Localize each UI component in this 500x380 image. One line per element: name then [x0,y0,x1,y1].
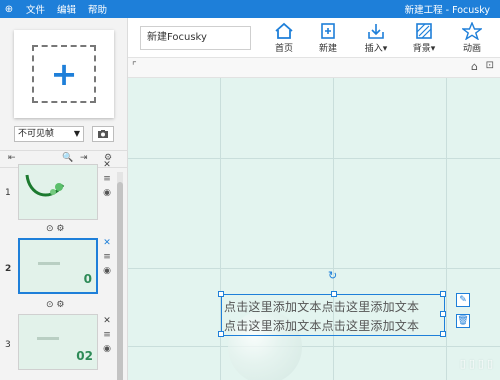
chevron-down-icon: ▼ [73,129,80,138]
slide-1-controls: ⊙ ⚙ [46,224,65,234]
thumbnail-text-placeholder [37,337,59,340]
text-box[interactable]: 点击这里添加文本点击这里添加文本 点击这里添加文本点击这里添加文本 [218,291,446,337]
slide-2-controls: ⊙ ⚙ [46,300,65,310]
menu-edit[interactable]: 编辑 [51,2,82,16]
resize-handle[interactable] [440,291,446,297]
close-icon[interactable]: ✕ [102,158,112,172]
slide-number-label: 0 [83,272,92,286]
title-bar: ⊕ 文件 编辑 帮助 新建工程 - Focusky [0,0,500,18]
eye-icon[interactable]: ◉ [102,264,112,278]
close-icon[interactable]: ✕ [102,236,112,250]
plant-decoration [25,174,65,197]
resize-handle[interactable] [331,291,337,297]
text-line-2[interactable]: 点击这里添加文本点击这里添加文本 [224,317,419,334]
insert-icon [368,24,384,39]
app-logo-icon: ⊕ [4,3,14,15]
eye-icon[interactable]: ◉ [102,342,112,356]
eye-icon[interactable]: ◉ [102,186,112,200]
slide-thumbnail-1[interactable] [18,164,98,220]
camera-icon [98,130,108,138]
collapse-right-icon[interactable]: ⇥ [80,153,88,163]
scrollbar-thumb[interactable] [117,182,123,380]
watermark: ▯▯▯▯ [459,357,496,370]
animation-icon [462,22,482,40]
window-title: 新建工程 - Focusky [404,5,490,16]
canvas-area: ⌜ ⌂ ⊡ ↻ 点击这里添加文本点击这里添加文本 点击这里添加文本点击这里添加文… [128,58,500,380]
slide-number-label: 02 [76,349,93,363]
collapse-left-icon[interactable]: ⇤ [8,153,16,163]
resize-handle[interactable] [218,291,224,297]
zoom-icon[interactable]: 🔍 [62,153,73,163]
menu-bar: 文件 编辑 帮助 [20,2,113,16]
edit-icon[interactable]: ✎ [456,293,470,307]
background-button[interactable]: 背景▾ [404,22,444,56]
menu-icon[interactable]: ≡ [102,328,112,342]
new-button[interactable]: 新建 [308,22,348,56]
slide-thumbnail-2[interactable]: 0 [18,238,98,294]
frame-panel: + 不可见帧 ▼ ⇤ 🔍 ⇥ ⚙ 1 ✕ ≡ ◉ ⊙ ⚙ 2 0 ✕ ≡ ◉ ⊙… [0,18,128,380]
grid-line [128,346,500,347]
slide-number: 2 [5,264,12,274]
expand-icon[interactable]: ⊡ [486,60,494,71]
home-button[interactable]: 首页 [264,22,304,56]
resize-handle[interactable] [218,331,224,337]
slide-number: 3 [5,340,11,350]
menu-help[interactable]: 帮助 [82,2,113,16]
rotate-handle-icon[interactable]: ↻ [328,269,337,282]
play-icon[interactable]: ⊙ [46,224,54,234]
trash-icon[interactable]: 🗑 [456,314,470,328]
toolbar: 新建Focusky 首页 新建 插入▾ 背景▾ 动画 [128,18,500,58]
new-file-icon [321,23,335,39]
project-name-field[interactable]: 新建Focusky [140,26,251,50]
grid-line [128,158,500,159]
frame-list-scrollbar[interactable] [117,172,123,380]
insert-button[interactable]: 插入▾ [356,22,396,56]
close-icon[interactable]: ✕ [102,314,112,328]
editing-stage[interactable]: ↻ 点击这里添加文本点击这里添加文本 点击这里添加文本点击这里添加文本 ✎ 🗑 … [128,78,500,380]
menu-icon[interactable]: ≡ [102,172,112,186]
resize-handle[interactable] [440,311,446,317]
gear-icon[interactable]: ⚙ [56,224,64,234]
home-view-icon[interactable]: ⌂ [471,60,478,73]
text-line-1[interactable]: 点击这里添加文本点击这里添加文本 [224,298,419,315]
thumbnail-text-placeholder [38,262,60,265]
menu-icon[interactable]: ≡ [102,250,112,264]
slide-2-actions: ✕ ≡ ◉ [102,236,112,278]
grid-line [446,78,447,380]
menu-file[interactable]: 文件 [20,2,51,16]
play-icon[interactable]: ⊙ [46,300,54,310]
canvas-top-bar: ⌜ ⌂ ⊡ [128,58,500,78]
slide-3-actions: ✕ ≡ ◉ [102,314,112,356]
add-frame-button[interactable]: + [14,30,114,118]
gear-icon[interactable]: ⚙ [56,300,64,310]
resize-handle[interactable] [440,331,446,337]
visibility-select[interactable]: 不可见帧 ▼ [14,126,84,142]
background-icon [416,23,432,39]
camera-button[interactable] [92,126,114,142]
home-icon [275,22,293,39]
plus-icon: + [50,55,78,93]
slide-1-actions: ✕ ≡ ◉ [102,158,112,200]
grid-line [128,268,500,269]
slide-thumbnail-3[interactable]: 02 [18,314,98,370]
corner-icon[interactable]: ⌜ [132,61,137,72]
animation-button[interactable]: 动画 [452,22,492,56]
slide-number: 1 [5,188,11,198]
